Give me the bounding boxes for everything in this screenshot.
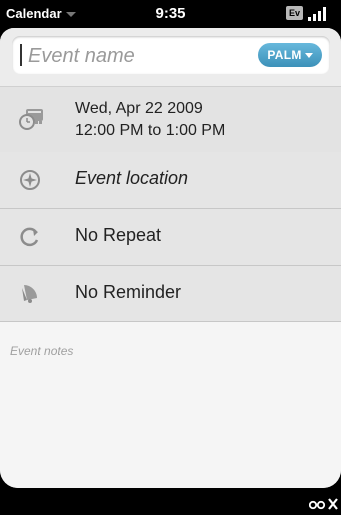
event-editor: Event name PALM Wed, Apr 22 2009 12:00 P… <box>0 28 341 488</box>
repeat-label: No Repeat <box>75 225 162 245</box>
network-badge: Ev <box>286 6 303 20</box>
repeat-row[interactable]: No Repeat <box>0 209 341 266</box>
reminder-row[interactable]: No Reminder <box>0 266 341 322</box>
calendar-selector-button[interactable]: PALM <box>258 43 322 67</box>
clock-calendar-icon <box>19 109 43 130</box>
event-header: Event name PALM <box>0 28 341 86</box>
signal-strength-icon <box>308 6 328 21</box>
event-time: 12:00 PM to 1:00 PM <box>75 122 226 139</box>
repeat-icon <box>20 227 39 247</box>
bell-icon <box>22 285 37 303</box>
status-bar: Calendar 9:35 Ev <box>0 0 341 28</box>
text-cursor <box>20 44 22 66</box>
event-date: Wed, Apr 22 2009 <box>75 100 203 117</box>
datetime-row[interactable]: Wed, Apr 22 2009 12:00 PM to 1:00 PM <box>0 86 341 153</box>
event-name-placeholder: Event name <box>28 45 135 67</box>
calendar-selector-label: PALM <box>267 48 302 62</box>
compass-icon <box>20 170 40 190</box>
chevron-down-icon <box>304 53 313 59</box>
event-notes-field[interactable]: Event notes <box>0 322 341 488</box>
event-location-placeholder: Event location <box>75 168 189 188</box>
reminder-label: No Reminder <box>75 282 182 302</box>
event-notes-placeholder: Event notes <box>10 344 74 358</box>
gesture-area <box>0 488 341 515</box>
event-name-field[interactable]: Event name PALM <box>12 36 330 74</box>
gesture-icon <box>309 498 338 510</box>
location-row[interactable]: Event location <box>0 152 341 209</box>
